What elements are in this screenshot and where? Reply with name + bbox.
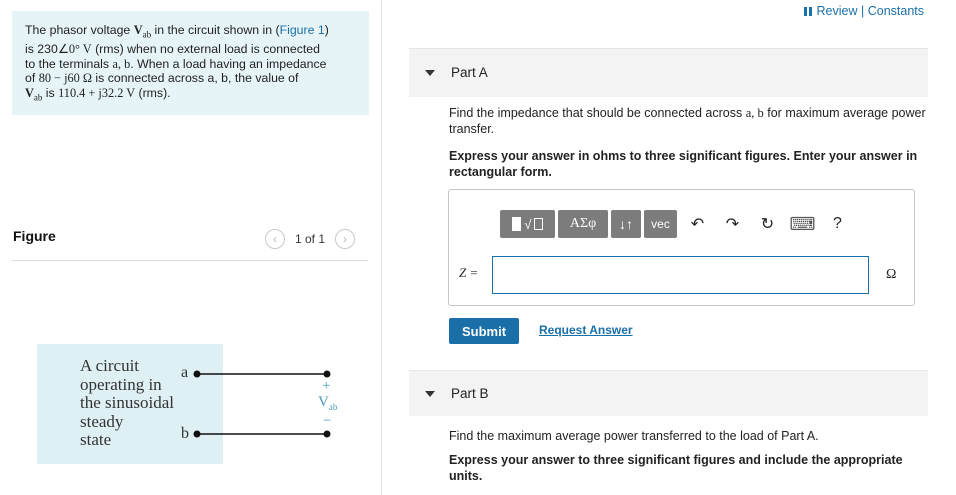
part-b-question: Find the maximum average power transferr…: [449, 429, 819, 443]
reset-icon[interactable]: ↻: [750, 210, 785, 238]
panel-divider: [381, 0, 382, 495]
request-answer-link[interactable]: Request Answer: [539, 323, 633, 337]
part-b-instruction: Express your answer to three significant…: [449, 453, 903, 483]
divider: [12, 260, 368, 261]
part-a-instruction: Express your answer in ohms to three sig…: [449, 149, 918, 179]
math-toolbar: √ ΑΣφ ↓↑ vec ↶ ↷ ↻ ⌨ ?: [500, 209, 855, 239]
plus-sign: +: [322, 378, 331, 394]
collapse-triangle-icon: [425, 70, 435, 76]
review-icon: [803, 6, 812, 16]
submit-button[interactable]: Submit: [449, 318, 519, 344]
keyboard-icon[interactable]: ⌨: [785, 210, 820, 238]
undo-icon[interactable]: ↶: [680, 210, 715, 238]
chevron-left-icon: ‹: [273, 232, 277, 246]
terminal-a-end-node: [323, 370, 331, 378]
part-a-header[interactable]: Part A: [409, 48, 928, 97]
greek-symbols-button[interactable]: ΑΣφ: [558, 210, 608, 238]
input-label: Z =: [459, 265, 479, 280]
unit-label: Ω: [886, 267, 897, 282]
minus-sign: −: [323, 413, 332, 429]
terminal-b-node: [193, 430, 201, 438]
templates-button[interactable]: √: [500, 210, 555, 238]
answer-panel: √ ΑΣφ ↓↑ vec ↶ ↷ ↻ ⌨ ? Z = Ω: [448, 189, 915, 306]
review-constants-link[interactable]: Review | Constants: [803, 4, 924, 18]
redo-icon[interactable]: ↷: [715, 210, 750, 238]
figure-title: Figure: [13, 228, 56, 244]
terminal-b-end-node: [323, 430, 331, 438]
vab-label: Vab: [318, 394, 338, 412]
answer-input[interactable]: [492, 256, 869, 294]
chevron-right-icon: ›: [343, 232, 348, 246]
vector-button[interactable]: vec: [644, 210, 677, 238]
circuit-figure: A circuit operating in the sinusoidal st…: [0, 330, 380, 480]
collapse-triangle-icon: [425, 391, 435, 397]
figure-link[interactable]: Figure 1: [280, 23, 325, 37]
problem-statement: The phasor voltage Vab in the circuit sh…: [12, 11, 369, 115]
figure-counter: 1 of 1: [295, 232, 326, 246]
subscript-superscript-button[interactable]: ↓↑: [611, 210, 641, 238]
help-icon[interactable]: ?: [820, 210, 855, 238]
figure-pagination: ‹ 1 of 1 ›: [265, 229, 356, 249]
prev-figure-button[interactable]: ‹: [265, 229, 285, 249]
part-a-question: Find the impedance that should be connec…: [449, 106, 926, 136]
terminal-a-node: [193, 370, 201, 378]
part-b-header[interactable]: Part B: [409, 370, 928, 416]
next-figure-button[interactable]: ›: [335, 229, 356, 249]
